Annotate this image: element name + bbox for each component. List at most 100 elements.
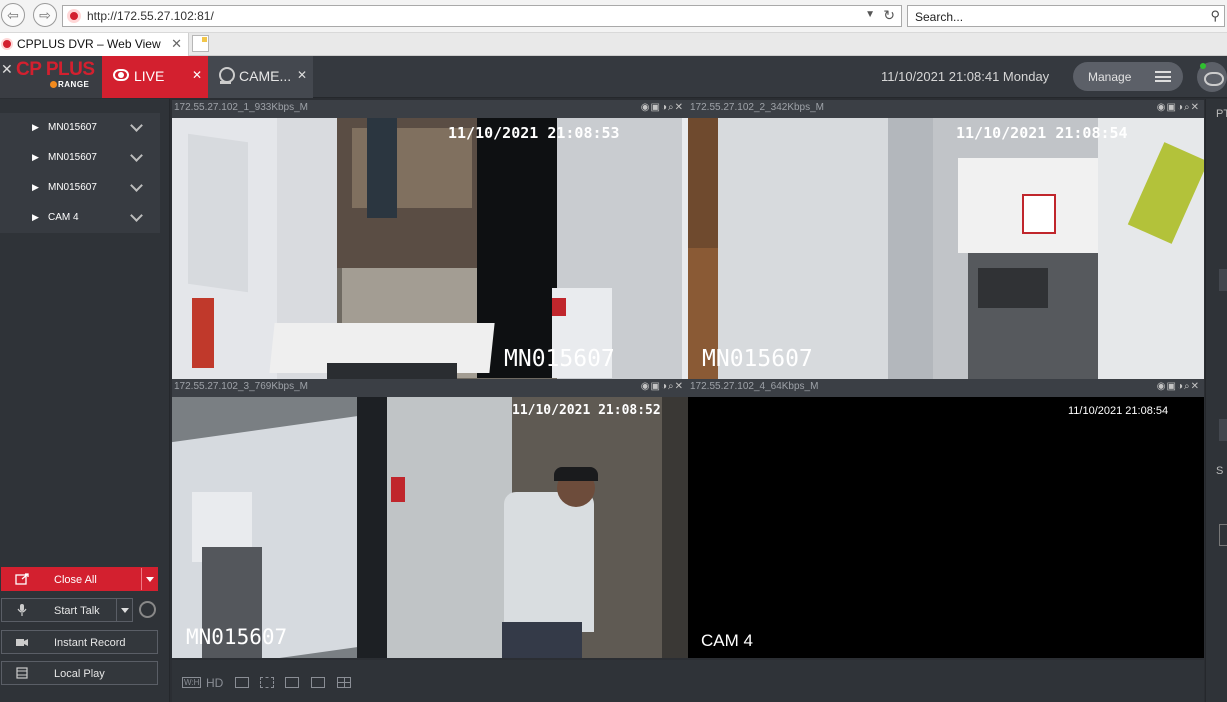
- device-label: MN015607: [48, 152, 97, 163]
- chevron-down-icon[interactable]: [130, 149, 143, 162]
- ptz-control[interactable]: [1219, 419, 1227, 441]
- close-window-icon: [15, 573, 29, 585]
- local-play-button[interactable]: Local Play: [1, 661, 158, 685]
- microphone-icon: [17, 604, 27, 616]
- layout-1-icon[interactable]: [285, 677, 299, 688]
- ptz-panel: PT S: [1205, 99, 1227, 702]
- stream-quality-icon[interactable]: [235, 677, 249, 688]
- app-header: ✕ CP PLUS RANGE LIVE ✕ CAME... ✕ 11/10/2…: [0, 56, 1227, 98]
- cp-plus-logo: ✕ CP PLUS RANGE: [0, 56, 102, 98]
- pane-tools-icons[interactable]: ◉▣◑⌕✕: [1157, 381, 1200, 392]
- ptz-speed-label: S: [1216, 465, 1224, 477]
- video-grid: 172.55.27.102_1_933Kbps_M ◉▣◑⌕✕ 11/10/20…: [172, 100, 1204, 659]
- osd-channel-name: MN015607: [504, 346, 615, 372]
- pane-stream-title: 172.55.27.102_3_769Kbps_M: [174, 381, 309, 392]
- expand-arrow-icon[interactable]: ▶: [32, 182, 39, 193]
- video-pane-3[interactable]: 172.55.27.102_3_769Kbps_M ◉▣◑⌕✕ 11/10/20…: [172, 379, 688, 658]
- pane-titlebar: 172.55.27.102_3_769Kbps_M ◉▣◑⌕✕: [172, 379, 688, 397]
- online-status-icon: [1200, 63, 1206, 69]
- device-label: MN015607: [48, 122, 97, 133]
- browser-tab[interactable]: CPPLUS DVR – Web View ✕: [0, 33, 189, 56]
- camera-icon: [218, 67, 235, 86]
- close-all-dropdown-icon[interactable]: [141, 568, 157, 590]
- camera-feed: 11/10/2021 21:08:52 MN015607: [172, 397, 688, 658]
- pane-stream-title: 172.55.27.102_1_933Kbps_M: [174, 102, 309, 113]
- refresh-icon[interactable]: ↻: [883, 7, 895, 24]
- browser-toolbar: ⇦ ⇨ http://172.55.27.102:81/ ▼ ↻ Search.…: [0, 0, 1227, 33]
- start-talk-button[interactable]: Start Talk: [1, 598, 133, 622]
- ptz-control[interactable]: [1219, 269, 1227, 291]
- hd-button[interactable]: HD: [206, 676, 223, 690]
- camera-feed: 11/10/2021 21:08:54 CAM 4: [688, 397, 1204, 658]
- device-label: MN015607: [48, 182, 97, 193]
- search-icon[interactable]: ⚲: [1210, 8, 1220, 24]
- close-tab-icon[interactable]: ✕: [171, 36, 182, 52]
- device-label: CAM 4: [48, 212, 79, 223]
- local-play-label: Local Play: [54, 668, 105, 680]
- video-pane-1[interactable]: 172.55.27.102_1_933Kbps_M ◉▣◑⌕✕ 11/10/20…: [172, 100, 688, 379]
- close-all-button[interactable]: Close All: [1, 567, 158, 591]
- osd-timestamp: 11/10/2021 21:08:54: [1068, 405, 1169, 417]
- start-talk-dropdown-icon[interactable]: [116, 599, 132, 621]
- device-tree-item[interactable]: ▶ MN015607: [0, 143, 160, 173]
- menu-icon: [1155, 71, 1171, 82]
- device-tree-item[interactable]: ▶ MN015607: [0, 173, 160, 203]
- pane-titlebar: 172.55.27.102_4_64Kbps_M ◉▣◑⌕✕: [688, 379, 1204, 397]
- chevron-down-icon[interactable]: [130, 209, 143, 222]
- browser-tab-title: CPPLUS DVR – Web View: [17, 37, 161, 51]
- ptz-input[interactable]: [1219, 524, 1227, 546]
- address-url: http://172.55.27.102:81/: [87, 9, 214, 23]
- search-input[interactable]: Search... ⚲: [907, 5, 1225, 27]
- logo-mark-icon: ✕: [1, 61, 13, 77]
- logo-sub-text: RANGE: [50, 80, 89, 89]
- video-pane-4[interactable]: 172.55.27.102_4_64Kbps_M ◉▣◑⌕✕ 11/10/202…: [688, 379, 1204, 658]
- video-record-icon: [16, 639, 28, 646]
- osd-channel-name: CAM 4: [701, 631, 753, 650]
- camera-feed: 11/10/2021 21:08:54 MN015607: [688, 118, 1204, 379]
- instant-record-button[interactable]: Instant Record: [1, 630, 158, 654]
- pane-titlebar: 172.55.27.102_2_342Kbps_M ◉▣◑⌕✕: [688, 100, 1204, 118]
- close-live-tab-icon[interactable]: ✕: [192, 68, 202, 82]
- device-tree: ▶ MN015607 ▶ MN015607 ▶ MN015607 ▶ CAM 4: [0, 113, 160, 233]
- close-all-label: Close All: [54, 574, 97, 586]
- tab-camera[interactable]: CAME... ✕: [208, 56, 313, 98]
- tab-live[interactable]: LIVE ✕: [102, 56, 208, 98]
- layout-toolbar: W:H HD: [172, 660, 1204, 702]
- back-icon[interactable]: ⇦: [1, 3, 25, 27]
- aspect-ratio-icon[interactable]: W:H: [182, 677, 202, 688]
- pane-tools-icons[interactable]: ◉▣◑⌕✕: [641, 381, 684, 392]
- osd-channel-name: MN015607: [186, 625, 288, 649]
- address-bar[interactable]: http://172.55.27.102:81/ ▼ ↻: [62, 5, 902, 27]
- chevron-down-icon[interactable]: [130, 179, 143, 192]
- site-favicon-icon: [67, 9, 81, 23]
- device-tree-item[interactable]: ▶ CAM 4: [0, 203, 160, 233]
- new-tab-icon[interactable]: [192, 35, 209, 52]
- forward-icon[interactable]: ⇨: [33, 3, 57, 27]
- tab-camera-label: CAME...: [239, 68, 292, 84]
- expand-arrow-icon[interactable]: ▶: [32, 212, 39, 223]
- video-pane-2[interactable]: 172.55.27.102_2_342Kbps_M ◉▣◑⌕✕ 11/10/20…: [688, 100, 1204, 379]
- close-camera-tab-icon[interactable]: ✕: [297, 68, 307, 82]
- eye-icon: [113, 69, 129, 81]
- chevron-down-icon[interactable]: [130, 119, 143, 132]
- film-icon: [16, 667, 28, 679]
- address-dropdown-icon[interactable]: ▼: [865, 9, 875, 20]
- pane-titlebar: 172.55.27.102_1_933Kbps_M ◉▣◑⌕✕: [172, 100, 688, 118]
- expand-arrow-icon[interactable]: ▶: [32, 122, 39, 133]
- fullscreen-icon[interactable]: [260, 677, 274, 688]
- pane-tools-icons[interactable]: ◉▣◑⌕✕: [641, 102, 684, 113]
- camera-feed: 11/10/2021 21:08:53 MN015607: [172, 118, 688, 379]
- talk-status-icon[interactable]: [139, 601, 156, 618]
- osd-channel-name: MN015607: [702, 346, 813, 372]
- expand-arrow-icon[interactable]: ▶: [32, 152, 39, 163]
- manage-button[interactable]: Manage: [1073, 62, 1183, 91]
- tab-favicon-icon: [1, 38, 13, 50]
- ptz-panel-label: PT: [1216, 108, 1227, 120]
- osd-timestamp: 11/10/2021 21:08:54: [956, 124, 1128, 142]
- instant-record-label: Instant Record: [54, 637, 126, 649]
- layout-single-icon[interactable]: [311, 677, 325, 688]
- pane-tools-icons[interactable]: ◉▣◑⌕✕: [1157, 102, 1200, 113]
- logo-main-text: CP PLUS: [16, 59, 95, 80]
- device-tree-item[interactable]: ▶ MN015607: [0, 113, 160, 143]
- layout-quad-icon[interactable]: [337, 677, 351, 688]
